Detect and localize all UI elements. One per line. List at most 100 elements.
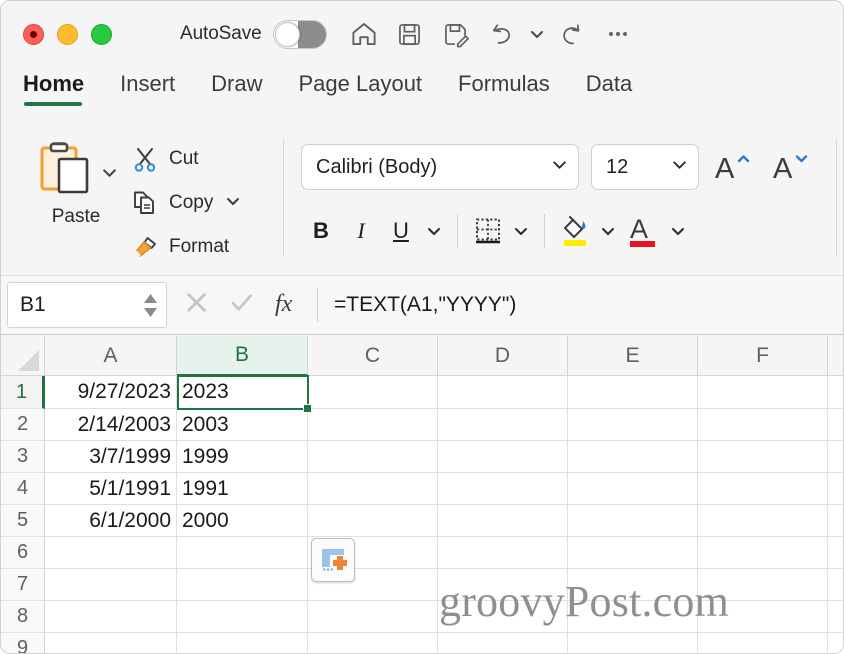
column-header-f[interactable]: F — [698, 336, 828, 376]
cell-b5[interactable]: 2000 — [177, 505, 308, 537]
font-family-dropdown[interactable]: Calibri (Body) — [301, 144, 579, 190]
fill-color-caret-icon[interactable] — [595, 223, 621, 239]
cell-d5[interactable] — [438, 505, 568, 537]
row-header-2[interactable]: 2 — [1, 409, 45, 441]
cell-c5[interactable] — [308, 505, 438, 537]
home-icon[interactable] — [343, 14, 385, 54]
row-header-3[interactable]: 3 — [1, 441, 45, 473]
autosave-toggle[interactable] — [272, 19, 327, 49]
insert-function-icon[interactable]: fx — [273, 288, 301, 323]
cell-b4[interactable]: 1991 — [177, 473, 308, 505]
column-header-g[interactable] — [828, 336, 843, 376]
save-icon[interactable] — [389, 14, 431, 54]
tab-formulas[interactable]: Formulas — [458, 67, 550, 97]
tab-page-layout[interactable]: Page Layout — [299, 67, 423, 97]
row-header-1[interactable]: 1 — [1, 376, 45, 409]
increase-font-size-button[interactable]: A — [713, 148, 757, 186]
column-header-b[interactable]: B — [177, 336, 308, 376]
cell-a8[interactable] — [45, 601, 177, 633]
cell-b1[interactable]: 2023 — [177, 376, 308, 409]
borders-button[interactable] — [468, 209, 508, 253]
cell-a4[interactable]: 5/1/1991 — [45, 473, 177, 505]
font-color-button[interactable]: A — [621, 209, 665, 253]
cell-e1[interactable] — [568, 376, 698, 409]
maximize-window-button[interactable] — [91, 23, 112, 45]
cell-a1[interactable]: 9/27/2023 — [45, 376, 177, 409]
fill-handle[interactable] — [303, 404, 312, 413]
minimize-window-button[interactable] — [57, 23, 78, 45]
tab-data[interactable]: Data — [586, 67, 632, 97]
cell-d9[interactable] — [438, 633, 568, 653]
cell-g7[interactable] — [828, 569, 843, 601]
close-window-button[interactable] — [23, 23, 44, 45]
cell-d3[interactable] — [438, 441, 568, 473]
cell-b9[interactable] — [177, 633, 308, 653]
cell-g8[interactable] — [828, 601, 843, 633]
cell-c1[interactable] — [308, 376, 438, 409]
cell-g2[interactable] — [828, 409, 843, 441]
italic-button[interactable]: I — [341, 209, 381, 253]
tab-home[interactable]: Home — [23, 67, 84, 106]
cell-b3[interactable]: 1999 — [177, 441, 308, 473]
fill-color-button[interactable] — [555, 209, 595, 253]
cell-d4[interactable] — [438, 473, 568, 505]
cell-a6[interactable] — [45, 537, 177, 569]
font-size-dropdown[interactable]: 12 — [591, 144, 699, 190]
cell-e2[interactable] — [568, 409, 698, 441]
cell-f9[interactable] — [698, 633, 828, 653]
cell-e9[interactable] — [568, 633, 698, 653]
cell-c2[interactable] — [308, 409, 438, 441]
row-header-4[interactable]: 4 — [1, 473, 45, 505]
cell-f5[interactable] — [698, 505, 828, 537]
cell-f4[interactable] — [698, 473, 828, 505]
cell-b6[interactable] — [177, 537, 308, 569]
tab-insert[interactable]: Insert — [120, 67, 175, 97]
cancel-icon[interactable] — [183, 289, 210, 321]
cell-g9[interactable] — [828, 633, 843, 653]
decrease-font-size-button[interactable]: A — [771, 148, 815, 186]
cell-e4[interactable] — [568, 473, 698, 505]
cell-a9[interactable] — [45, 633, 177, 653]
cell-g3[interactable] — [828, 441, 843, 473]
confirm-icon[interactable] — [228, 289, 255, 321]
cell-g5[interactable] — [828, 505, 843, 537]
cell-a2[interactable]: 2/14/2003 — [45, 409, 177, 441]
font-color-caret-icon[interactable] — [665, 223, 691, 239]
column-header-d[interactable]: D — [438, 336, 568, 376]
cell-f1[interactable] — [698, 376, 828, 409]
tab-draw[interactable]: Draw — [211, 67, 262, 97]
redo-icon[interactable] — [551, 14, 593, 54]
cell-c3[interactable] — [308, 441, 438, 473]
column-header-a[interactable]: A — [45, 336, 177, 376]
row-header-8[interactable]: 8 — [1, 601, 45, 633]
cell-d1[interactable] — [438, 376, 568, 409]
copy-button[interactable]: Copy — [127, 183, 241, 223]
cell-a5[interactable]: 6/1/2000 — [45, 505, 177, 537]
save-as-icon[interactable] — [435, 14, 477, 54]
cell-d2[interactable] — [438, 409, 568, 441]
cell-d6[interactable] — [438, 537, 568, 569]
underline-button[interactable]: U — [381, 209, 421, 253]
cell-e5[interactable] — [568, 505, 698, 537]
cell-f2[interactable] — [698, 409, 828, 441]
paste-caret-icon[interactable] — [101, 164, 118, 186]
copy-caret-icon[interactable] — [225, 193, 241, 214]
column-header-c[interactable]: C — [308, 336, 438, 376]
paste-options-icon[interactable] — [311, 538, 355, 582]
cell-a3[interactable]: 3/7/1999 — [45, 441, 177, 473]
cell-a7[interactable] — [45, 569, 177, 601]
row-header-5[interactable]: 5 — [1, 505, 45, 537]
cell-b2[interactable]: 2003 — [177, 409, 308, 441]
cell-b7[interactable] — [177, 569, 308, 601]
cell-c8[interactable] — [308, 601, 438, 633]
cell-g4[interactable] — [828, 473, 843, 505]
paste-button[interactable]: Paste — [21, 137, 131, 228]
cell-e6[interactable] — [568, 537, 698, 569]
cell-f6[interactable] — [698, 537, 828, 569]
cell-c4[interactable] — [308, 473, 438, 505]
cut-button[interactable]: Cut — [127, 139, 241, 179]
cell-g1[interactable] — [828, 376, 843, 409]
undo-icon[interactable] — [481, 14, 523, 54]
formula-input[interactable]: =TEXT(A1,"YYYY") — [334, 293, 516, 317]
row-header-6[interactable]: 6 — [1, 537, 45, 569]
